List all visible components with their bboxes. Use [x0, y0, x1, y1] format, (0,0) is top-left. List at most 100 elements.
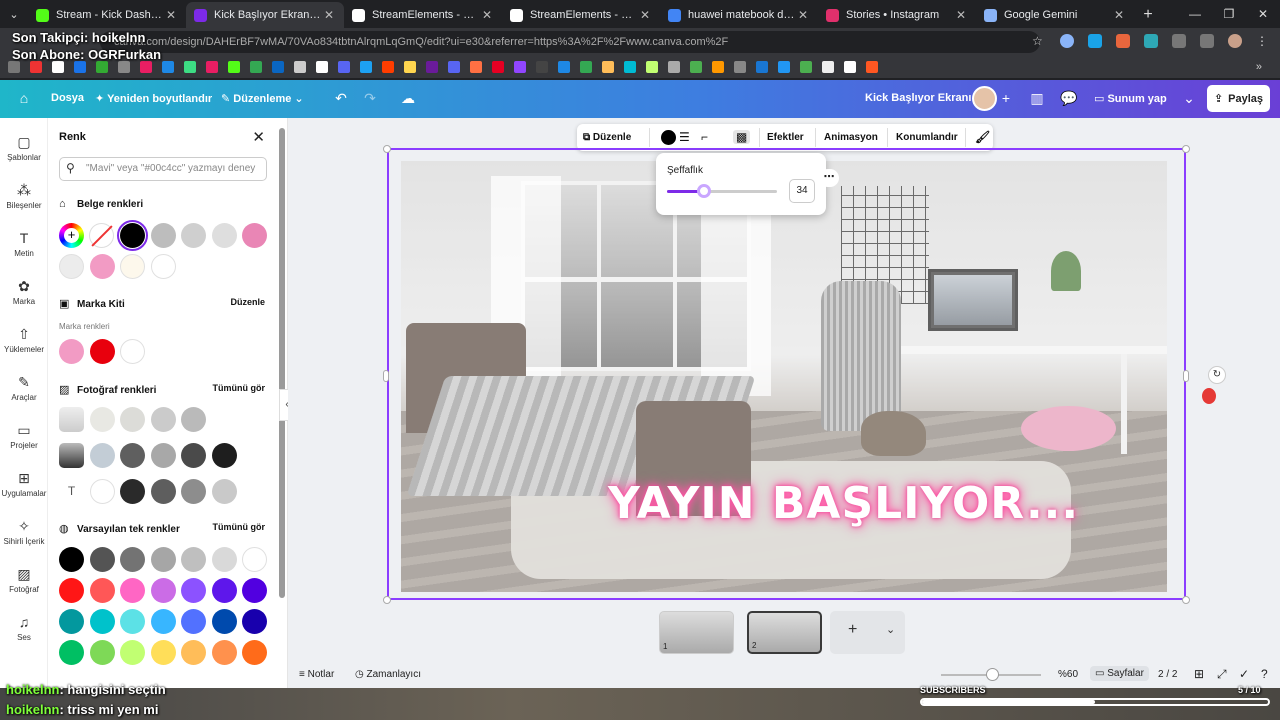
grid-view-icon[interactable]: ⊞ [1194, 667, 1204, 681]
tab-close-icon[interactable]: ✕ [480, 8, 494, 22]
home-icon[interactable]: ⌂ [16, 90, 32, 106]
photo-color-swatch[interactable] [89, 443, 115, 468]
photo-color-swatch[interactable] [181, 443, 206, 468]
sidebar-item[interactable]: T Metin [0, 230, 48, 258]
resize-handle[interactable] [1183, 370, 1189, 382]
add-page-button[interactable]: + ⌄ [830, 611, 905, 654]
sidebar-item[interactable]: ♫ Ses [0, 614, 48, 642]
close-icon[interactable]: ✕ [252, 128, 265, 146]
paint-roller-icon[interactable]: 🖌 [975, 130, 990, 144]
sidebar-item[interactable]: ✧ Sihirli İçerik [0, 518, 48, 546]
present-button[interactable]: ▭ Sunum yap [1094, 92, 1167, 105]
profile-icon[interactable] [1228, 34, 1242, 48]
bookmark-icon[interactable] [118, 61, 130, 73]
resize-handle[interactable] [1182, 145, 1190, 153]
bookmark-icon[interactable] [646, 61, 658, 73]
default-color-swatch[interactable] [120, 578, 145, 603]
transparency-slider[interactable] [667, 184, 777, 198]
headline-text[interactable]: YAYIN BAŞLIYOR... [608, 478, 1079, 529]
default-color-swatch[interactable] [89, 578, 115, 603]
tab-close-icon[interactable]: ✕ [638, 8, 652, 22]
default-color-swatch[interactable] [89, 609, 115, 634]
browser-tab[interactable]: Kick Başlıyor Ekranı - Sunum✕ [186, 2, 344, 28]
browser-tab[interactable]: StreamElements - Overlays✕ [344, 2, 502, 28]
bookmark-icon[interactable] [96, 61, 108, 73]
bookmark-icon[interactable] [74, 61, 86, 73]
help-icon[interactable]: ? [1261, 667, 1268, 681]
panel-scrollbar[interactable] [279, 128, 285, 598]
default-color-swatch[interactable] [242, 640, 267, 665]
default-color-swatch[interactable] [242, 578, 267, 603]
default-color-swatch[interactable] [150, 547, 176, 572]
color-swatch[interactable] [181, 223, 206, 248]
sidebar-item[interactable]: ▨ Fotoğraf [0, 566, 48, 594]
bookmark-icon[interactable] [756, 61, 768, 73]
default-color-swatch[interactable] [150, 640, 176, 665]
add-color-button[interactable]: + [59, 223, 84, 248]
default-color-swatch[interactable] [120, 547, 145, 572]
bookmark-icon[interactable] [690, 61, 702, 73]
bookmark-icon[interactable] [580, 61, 592, 73]
border-style-icon[interactable]: ☰ [679, 130, 690, 144]
color-swatch[interactable] [150, 223, 176, 248]
bookmark-icon[interactable] [426, 61, 438, 73]
default-color-swatch[interactable] [59, 640, 84, 665]
fullscreen-icon[interactable]: ⤢ [1217, 667, 1227, 682]
default-color-swatch[interactable] [211, 578, 237, 603]
photo-color-swatch[interactable] [150, 479, 176, 504]
avatar[interactable] [972, 86, 997, 111]
sidebar-item[interactable]: ✎ Araçlar [0, 374, 48, 402]
photo-color-swatch[interactable] [120, 407, 145, 432]
bookmark-icon[interactable] [250, 61, 262, 73]
file-menu[interactable]: Dosya [51, 92, 84, 104]
undo-icon[interactable]: ↶ [333, 90, 349, 106]
bookmark-icon[interactable] [30, 61, 42, 73]
photo-color-swatch[interactable] [211, 443, 237, 468]
resize-button[interactable]: ✦ Yeniden boyutlandır [95, 92, 212, 105]
bookmark-icon[interactable] [404, 61, 416, 73]
default-color-swatch[interactable] [211, 609, 237, 634]
default-color-swatch[interactable] [181, 578, 206, 603]
bookmark-icon[interactable] [8, 61, 20, 73]
sidebar-item[interactable]: ⇧ Yüklemeler [0, 326, 48, 354]
default-color-swatch[interactable] [59, 609, 84, 634]
bookmark-icon[interactable] [228, 61, 240, 73]
no-color-swatch[interactable] [89, 223, 114, 248]
position-button[interactable]: Konumlandır [896, 132, 958, 143]
extension-icon[interactable] [1116, 34, 1130, 48]
bookmark-icon[interactable] [382, 61, 394, 73]
default-color-swatch[interactable] [150, 578, 176, 603]
default-color-swatch[interactable] [242, 609, 267, 634]
default-color-swatch[interactable] [59, 547, 84, 572]
browser-tab[interactable]: StreamElements - eeirene✕ [502, 2, 660, 28]
restore-icon[interactable]: ❐ [1212, 0, 1246, 28]
default-color-swatch[interactable] [211, 640, 237, 665]
default-color-swatch[interactable] [89, 547, 115, 572]
photo-color-swatch[interactable] [150, 443, 176, 468]
slider-knob[interactable] [697, 184, 712, 198]
browser-tab[interactable]: Stories • Instagram ✕ [818, 2, 976, 28]
effects-button[interactable]: Efektler [767, 132, 804, 143]
more-options-icon[interactable]: ⋯ [819, 169, 839, 187]
more-bookmarks-icon[interactable]: » [1256, 61, 1262, 73]
menu-icon[interactable]: ⋮ [1256, 34, 1270, 48]
extension-icon[interactable] [1144, 34, 1158, 48]
bookmark-icon[interactable] [492, 61, 504, 73]
share-button[interactable]: ⇪ Paylaş [1207, 85, 1270, 112]
new-tab-button[interactable]: + [1134, 2, 1162, 28]
corner-rounding-icon[interactable]: ⌐ [701, 130, 708, 144]
bookmark-icon[interactable] [294, 61, 306, 73]
close-window-icon[interactable]: ✕ [1246, 0, 1280, 28]
default-color-swatch[interactable] [181, 609, 206, 634]
resize-handle[interactable] [383, 370, 389, 382]
brand-kit-edit-link[interactable]: Düzenle [230, 297, 265, 307]
bookmark-icon[interactable] [866, 61, 878, 73]
design-title[interactable]: Kick Başlıyor Ekranı [865, 92, 971, 104]
insights-icon[interactable]: ▥ [1029, 90, 1045, 106]
bookmark-icon[interactable] [712, 61, 724, 73]
notes-button[interactable]: ≡ Notlar [299, 669, 334, 680]
color-swatch[interactable] [89, 254, 115, 279]
bookmark-icon[interactable] [624, 61, 636, 73]
bookmark-icon[interactable] [162, 61, 174, 73]
redo-icon[interactable]: ↷ [362, 90, 378, 106]
